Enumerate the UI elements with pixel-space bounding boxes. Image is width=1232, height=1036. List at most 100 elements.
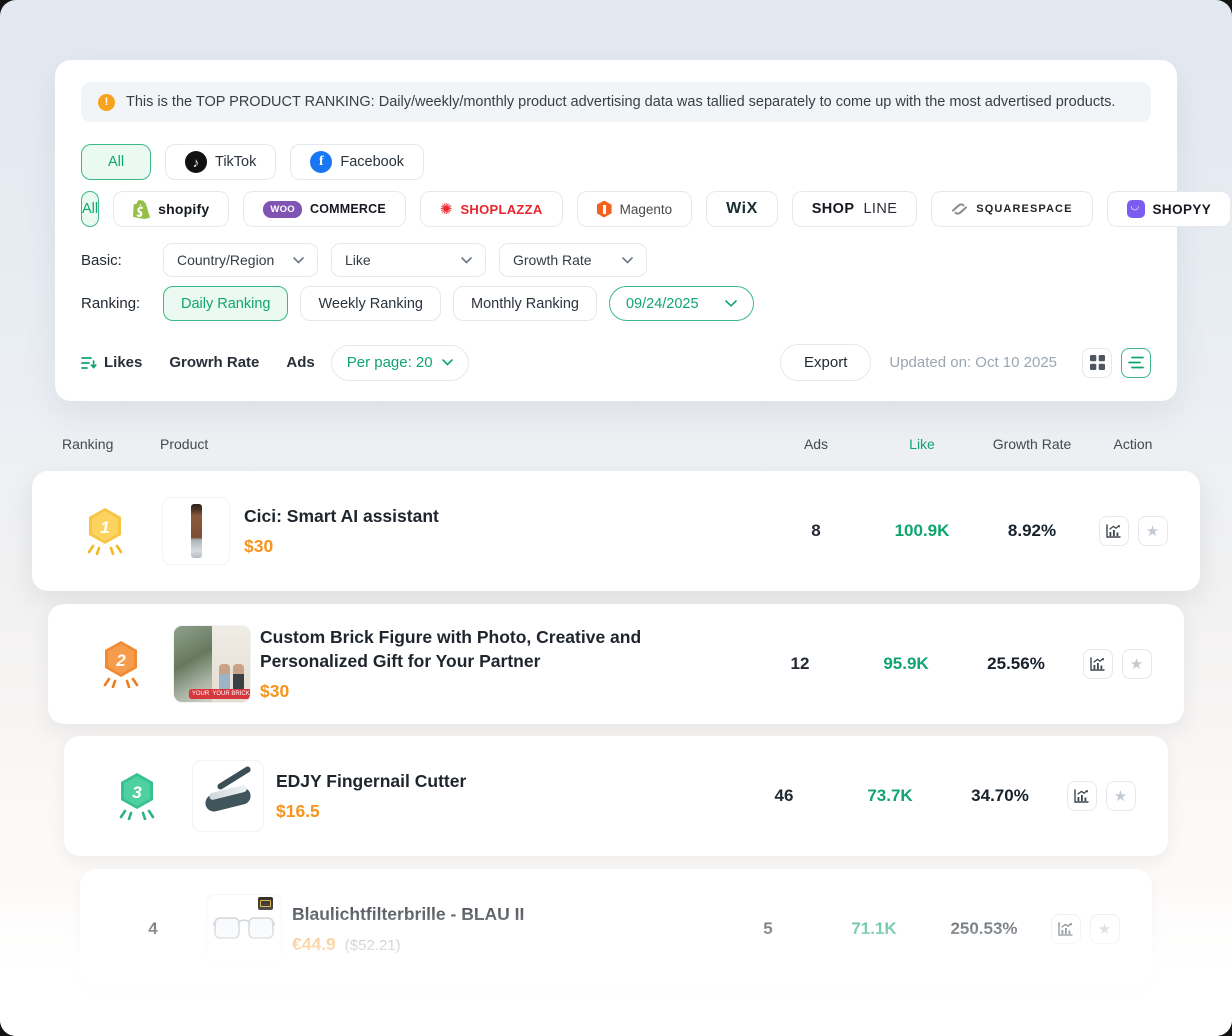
ads-value: 8 bbox=[756, 521, 876, 541]
growth-rate-select[interactable]: Growth Rate bbox=[499, 243, 647, 277]
basic-filter-row: Basic: Country/Region Like Growth Rate bbox=[81, 243, 1151, 277]
per-page-select[interactable]: Per page: 20 bbox=[331, 345, 469, 381]
platform-filter-shopline[interactable]: SHOPLINE bbox=[792, 191, 918, 227]
trend-chart-button[interactable] bbox=[1099, 516, 1129, 546]
filter-card: ! This is the TOP PRODUCT RANKING: Daily… bbox=[55, 60, 1177, 401]
platform-filter-all-label: All bbox=[82, 201, 98, 217]
trend-chart-icon bbox=[1058, 922, 1073, 936]
grid-view-icon bbox=[1090, 355, 1105, 370]
trend-chart-button[interactable] bbox=[1067, 781, 1097, 811]
growth-value: 25.56% bbox=[952, 654, 1080, 674]
like-value: 95.9K bbox=[860, 654, 952, 674]
growth-value: 250.53% bbox=[920, 919, 1048, 939]
platform-filter-row: All shopify WOO COMMERCE ✺ SHOPLAZZA Mag… bbox=[81, 191, 1151, 227]
table-row[interactable]: 1 Cici: Smart AI assistant $30 8 100.9K … bbox=[32, 471, 1200, 591]
date-value: 09/24/2025 bbox=[626, 296, 699, 312]
table-row[interactable]: 2 YOUR PHOTO YOUR BRICK bbox=[48, 604, 1184, 724]
grid-view-button[interactable] bbox=[1082, 348, 1112, 378]
magento-icon bbox=[597, 201, 612, 218]
chevron-down-icon bbox=[461, 257, 472, 264]
magento-label: Magento bbox=[620, 202, 673, 217]
like-select[interactable]: Like bbox=[331, 243, 486, 277]
network-filter-tiktok[interactable]: ♪ TikTok bbox=[165, 144, 276, 180]
notice-banner: ! This is the TOP PRODUCT RANKING: Daily… bbox=[81, 82, 1151, 122]
brick-figure-art: YOUR PHOTO YOUR BRICK bbox=[174, 626, 250, 702]
gold-medal-rank-1: 1 bbox=[85, 507, 125, 555]
top-product-ranking-page: ! This is the TOP PRODUCT RANKING: Daily… bbox=[0, 0, 1232, 1036]
like-value: 71.1K bbox=[828, 919, 920, 939]
sort-likes-label: Likes bbox=[104, 354, 142, 371]
list-view-button[interactable] bbox=[1121, 348, 1151, 378]
network-filter-all[interactable]: All bbox=[81, 144, 151, 180]
action-cell: ★ bbox=[1080, 649, 1154, 679]
header-growth-rate: Growth Rate bbox=[968, 436, 1096, 452]
table-row[interactable]: 4 Blaulichtfilterbrille - BLAU II €44.9 … bbox=[80, 869, 1152, 989]
product-info: EDJY Fingernail Cutter $16.5 bbox=[276, 770, 724, 822]
product-image: YOUR PHOTO YOUR BRICK bbox=[173, 625, 251, 703]
header-like: Like bbox=[876, 436, 968, 452]
growth-value: 8.92% bbox=[968, 521, 1096, 541]
like-select-value: Like bbox=[345, 252, 371, 268]
network-filter-facebook[interactable]: f Facebook bbox=[290, 144, 424, 180]
product-image bbox=[162, 497, 230, 565]
ads-value: 5 bbox=[708, 919, 828, 939]
favorite-button[interactable]: ★ bbox=[1090, 914, 1120, 944]
sort-descending-icon bbox=[81, 356, 97, 370]
sort-ads[interactable]: Ads bbox=[286, 354, 314, 371]
table-row[interactable]: 3 EDJY Fingernail Cutter $16.5 46 73.7K bbox=[64, 736, 1168, 856]
chevron-down-icon bbox=[442, 359, 453, 366]
product-title[interactable]: Cici: Smart AI assistant bbox=[244, 505, 756, 529]
platform-filter-all[interactable]: All bbox=[81, 191, 99, 227]
star-icon: ★ bbox=[1114, 789, 1127, 804]
toolbar: Likes Growrh Rate Ads Per page: 20 Expor… bbox=[81, 344, 1151, 381]
favorite-button[interactable]: ★ bbox=[1122, 649, 1152, 679]
image-badge: YOUR BRICK bbox=[209, 689, 251, 699]
header-ranking: Ranking bbox=[62, 436, 148, 452]
platform-filter-woocommerce[interactable]: WOO COMMERCE bbox=[243, 191, 406, 227]
cosmetic-stick-art bbox=[191, 504, 202, 558]
sort-ads-label: Ads bbox=[286, 354, 314, 371]
sort-growth-rate[interactable]: Growrh Rate bbox=[169, 354, 259, 371]
ranking-label: Ranking: bbox=[81, 295, 163, 312]
weekly-ranking-tab[interactable]: Weekly Ranking bbox=[300, 286, 441, 321]
svg-text:3: 3 bbox=[132, 783, 142, 802]
platform-filter-shoplazza[interactable]: ✺ SHOPLAZZA bbox=[420, 191, 563, 227]
trend-chart-button[interactable] bbox=[1051, 914, 1081, 944]
favorite-button[interactable]: ★ bbox=[1138, 516, 1168, 546]
alert-circle-icon: ! bbox=[98, 94, 115, 111]
product-title[interactable]: Blaulichtfilterbrille - BLAU II bbox=[292, 903, 708, 927]
product-image-cell bbox=[148, 497, 244, 565]
network-filter-row: All ♪ TikTok f Facebook bbox=[81, 144, 1151, 180]
figure-art bbox=[219, 664, 230, 690]
export-button[interactable]: Export bbox=[780, 344, 871, 381]
platform-filter-wix[interactable]: WiX bbox=[706, 191, 778, 227]
product-title[interactable]: EDJY Fingernail Cutter bbox=[276, 770, 724, 794]
shopyy-label: SHOPYY bbox=[1153, 202, 1212, 217]
favorite-button[interactable]: ★ bbox=[1106, 781, 1136, 811]
action-cell: ★ bbox=[1096, 516, 1170, 546]
product-image-cell bbox=[180, 760, 276, 832]
platform-filter-squarespace[interactable]: SQUARESPACE bbox=[931, 191, 1092, 227]
star-icon: ★ bbox=[1146, 524, 1159, 539]
trend-chart-icon bbox=[1074, 789, 1089, 803]
product-info: Blaulichtfilterbrille - BLAU II €44.9 ($… bbox=[292, 903, 708, 955]
star-icon: ★ bbox=[1098, 922, 1111, 937]
platform-filter-magento[interactable]: Magento bbox=[577, 191, 693, 227]
header-ads: Ads bbox=[756, 436, 876, 452]
country-region-select[interactable]: Country/Region bbox=[163, 243, 318, 277]
trend-chart-button[interactable] bbox=[1083, 649, 1113, 679]
platform-filter-shopify[interactable]: shopify bbox=[113, 191, 229, 227]
daily-ranking-label: Daily Ranking bbox=[181, 296, 270, 312]
rank-number: 4 bbox=[148, 919, 157, 939]
orange-medal-rank-2: 2 bbox=[101, 640, 141, 688]
facebook-icon: f bbox=[310, 151, 332, 173]
sort-likes[interactable]: Likes bbox=[81, 354, 142, 371]
basic-label: Basic: bbox=[81, 252, 163, 269]
ads-value: 46 bbox=[724, 786, 844, 806]
platform-filter-shopyy[interactable]: SHOPYY bbox=[1107, 191, 1232, 227]
date-select[interactable]: 09/24/2025 bbox=[609, 286, 754, 321]
product-title[interactable]: Custom Brick Figure with Photo, Creative… bbox=[260, 626, 680, 673]
monthly-ranking-tab[interactable]: Monthly Ranking bbox=[453, 286, 597, 321]
daily-ranking-tab[interactable]: Daily Ranking bbox=[163, 286, 288, 321]
star-icon: ★ bbox=[1130, 657, 1143, 672]
